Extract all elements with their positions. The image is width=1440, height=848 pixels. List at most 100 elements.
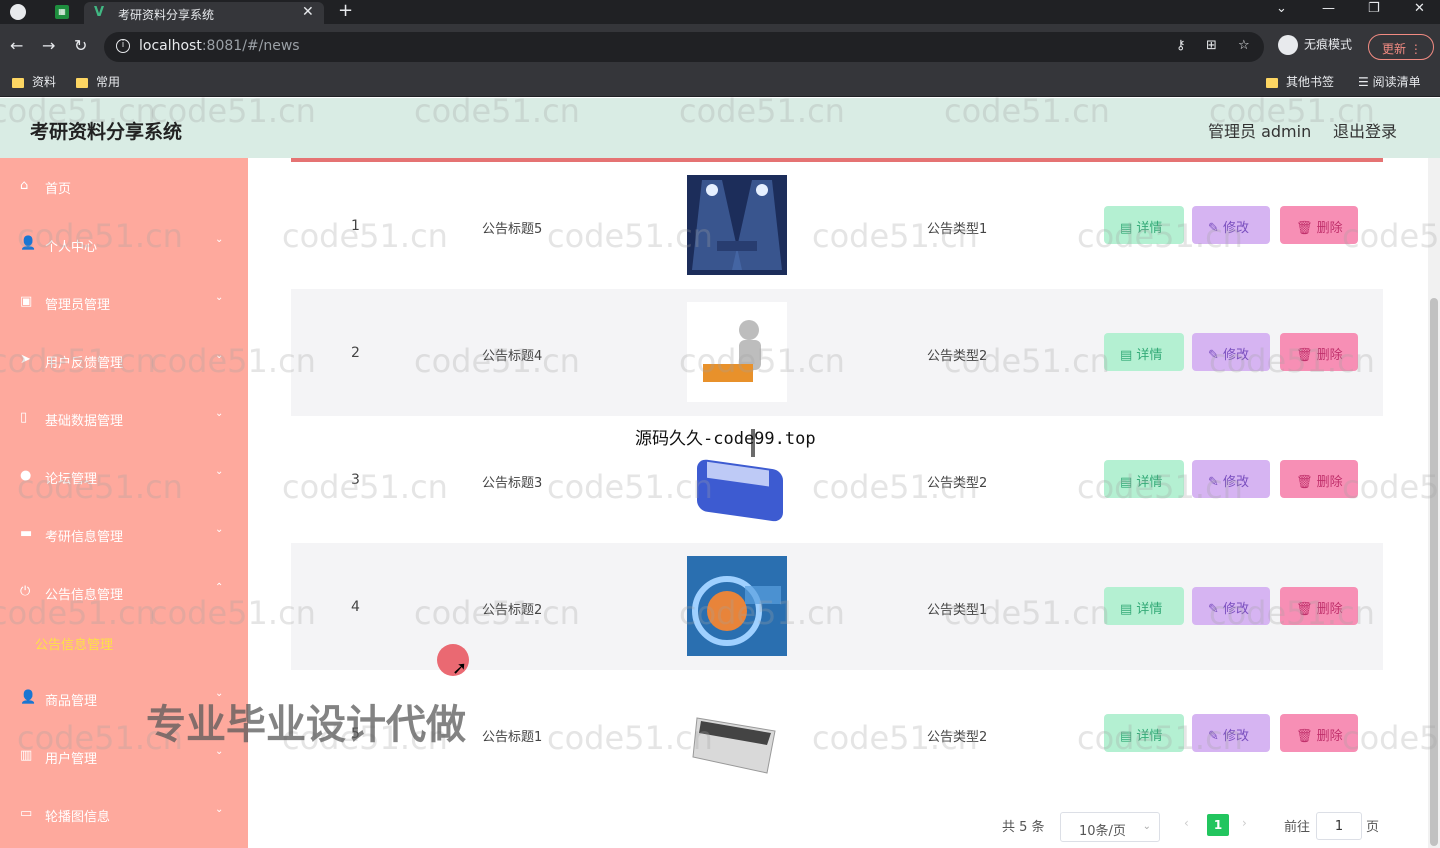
sidebar-item-notice-info[interactable]: ⏻ 公告信息管理 ⌃ (0, 564, 248, 622)
sidebar-item-home[interactable]: ⌂ 首页 (0, 158, 248, 216)
vertical-scrollbar[interactable] (1428, 158, 1440, 848)
news-3d-image[interactable] (687, 302, 787, 402)
delete-label: 删除 (1316, 602, 1343, 617)
delete-button[interactable]: 🗑 删除 (1280, 587, 1358, 625)
detail-icon: ▤ (1120, 221, 1137, 236)
url-text[interactable]: localhost:8081/#/news (139, 38, 300, 54)
detail-label: 详情 (1136, 475, 1163, 490)
minimize-icon[interactable]: — (1322, 1, 1335, 16)
sidebar-item-personal-center[interactable]: 👤 个人中心 ⌄ (0, 216, 248, 274)
row-type: 公告类型2 (927, 349, 988, 364)
bookmark-label: 资料 (32, 75, 57, 89)
update-button[interactable]: 更新 ⋮ (1368, 34, 1434, 60)
back-icon[interactable]: ← (10, 36, 23, 55)
browser-app-icon[interactable] (10, 4, 26, 20)
home-icon: ⌂ (20, 178, 29, 193)
restore-icon[interactable]: ❐ (1368, 1, 1380, 16)
detail-label: 详情 (1136, 221, 1163, 236)
url-bar[interactable]: i localhost:8081/#/news ⚷ ⊞ ☆ (104, 32, 1264, 62)
scrollbar-thumb[interactable] (1430, 298, 1438, 846)
edit-button[interactable]: ✎ 修改 (1192, 587, 1270, 625)
detail-icon: ▤ (1120, 729, 1137, 744)
new-tab-button[interactable]: + (338, 0, 353, 21)
detail-button[interactable]: ▤ 详情 (1104, 206, 1184, 244)
reload-icon[interactable]: ↻ (74, 36, 87, 55)
info-icon[interactable]: i (116, 39, 130, 53)
edit-button[interactable]: ✎ 修改 (1192, 206, 1270, 244)
delete-button[interactable]: 🗑 删除 (1280, 714, 1358, 752)
row-title: 公告标题2 (482, 603, 543, 618)
edit-button[interactable]: ✎ 修改 (1192, 333, 1270, 371)
bookmark-folder-changyong[interactable]: 常用 (76, 73, 120, 90)
detail-button[interactable]: ▤ 详情 (1104, 587, 1184, 625)
row-type: 公告类型1 (927, 222, 988, 237)
trash-icon: 🗑 (1296, 221, 1317, 236)
reading-list-icon: ☰ (1358, 75, 1373, 89)
sidebar-item-exam-info[interactable]: ▬ 考研信息管理 ⌄ (0, 506, 248, 564)
prev-page-icon[interactable]: ‹ (1184, 816, 1189, 830)
reading-list-label: 阅读清单 (1372, 75, 1421, 89)
table-row: 2 公告标题4 公告类型2 ▤ 详情 ✎ 修改 🗑 删除 (291, 289, 1383, 416)
edit-button[interactable]: ✎ 修改 (1192, 714, 1270, 752)
edit-label: 修改 (1223, 729, 1250, 744)
sidebar-item-label: 论坛管理 (45, 472, 98, 487)
close-tab-icon[interactable]: ✕ (302, 4, 314, 20)
bookmark-star-icon[interactable]: ☆ (1238, 38, 1250, 53)
sidebar-item-label: 基础数据管理 (45, 414, 124, 429)
delete-button[interactable]: 🗑 删除 (1280, 460, 1358, 498)
window-close-icon[interactable]: ✕ (1414, 1, 1425, 16)
row-title: 公告标题1 (482, 730, 543, 745)
message-icon: ▭ (20, 806, 33, 821)
globe-news-image[interactable] (687, 556, 787, 656)
other-bookmarks[interactable]: 其他书签 (1266, 73, 1334, 90)
logout-button[interactable]: 退出登录 (1333, 118, 1397, 142)
next-page-icon[interactable]: › (1242, 816, 1247, 830)
pagination: 共 5 条 10条/页 ⌄ ‹ 1 › 前往 1 页 (248, 810, 1440, 846)
incognito-indicator[interactable]: 无痕模式 (1278, 35, 1352, 55)
newspaper-image[interactable] (687, 683, 787, 783)
trash-icon: 🗑 (1296, 602, 1317, 617)
detail-button[interactable]: ▤ 详情 (1104, 333, 1184, 371)
detail-button[interactable]: ▤ 详情 (1104, 714, 1184, 752)
page-suffix-label: 页 (1366, 820, 1380, 835)
active-browser-tab[interactable]: V 考研资料分享系统 ✕ (84, 2, 324, 24)
key-icon[interactable]: ⚷ (1176, 38, 1186, 53)
edit-icon: ✎ (1208, 221, 1224, 236)
bar-chart-icon: ▥ (20, 748, 33, 763)
row-type: 公告类型1 (927, 603, 988, 618)
sidebar-item-feedback[interactable]: ➤ 用户反馈管理 ⌄ (0, 332, 248, 390)
page-number-current[interactable]: 1 (1207, 814, 1229, 836)
delete-button[interactable]: 🗑 删除 (1280, 333, 1358, 371)
translate-icon[interactable]: ⊞ (1206, 38, 1217, 53)
reading-list[interactable]: ☰ 阅读清单 (1358, 73, 1421, 90)
tab-search-icon[interactable]: ⌄ (1276, 1, 1287, 16)
sidebar-item-forum[interactable]: ● 论坛管理 ⌄ (0, 448, 248, 506)
forward-icon[interactable]: → (42, 36, 55, 55)
sidebar-item-admin-management[interactable]: ▣ 管理员管理 ⌄ (0, 274, 248, 332)
source-overlay-text: 源码久久-code99.top (635, 429, 816, 449)
sidebar-subitem-notice-management[interactable]: 公告信息管理 (35, 634, 113, 653)
row-title: 公告标题3 (482, 476, 543, 491)
table-row: 1 公告标题5 公告类型1 ▤ 详情 ✎ 修改 🗑 删除 (291, 162, 1383, 289)
sidebar-item-label: 首页 (45, 182, 72, 197)
tab-title: 考研资料分享系统 (118, 8, 215, 22)
sidebar-item-label: 公告信息管理 (45, 588, 124, 603)
bookmark-label: 常用 (96, 75, 121, 89)
sheet-tab-icon[interactable]: ▦ (55, 5, 69, 19)
delete-button[interactable]: 🗑 删除 (1280, 206, 1358, 244)
url-host: localhost (139, 38, 202, 54)
mouse-cursor-icon: ➚ (452, 658, 468, 679)
goto-page-input[interactable]: 1 (1316, 812, 1362, 840)
detail-label: 详情 (1136, 602, 1163, 617)
bookmark-folder-ziliao[interactable]: 资料 (12, 73, 56, 90)
incognito-icon (1278, 35, 1298, 55)
page-size-select[interactable]: 10条/页 ⌄ (1060, 812, 1160, 842)
chevron-down-icon: ⌄ (215, 234, 224, 245)
row-type: 公告类型2 (927, 730, 988, 745)
edit-button[interactable]: ✎ 修改 (1192, 460, 1270, 498)
detail-button[interactable]: ▤ 详情 (1104, 460, 1184, 498)
spotlight-news-image[interactable] (687, 175, 787, 275)
sidebar-item-label: 个人中心 (45, 240, 98, 255)
sidebar-item-carousel[interactable]: ▭ 轮播图信息 ⌄ (0, 786, 248, 844)
sidebar-item-basic-data[interactable]: ▯ 基础数据管理 ⌄ (0, 390, 248, 448)
